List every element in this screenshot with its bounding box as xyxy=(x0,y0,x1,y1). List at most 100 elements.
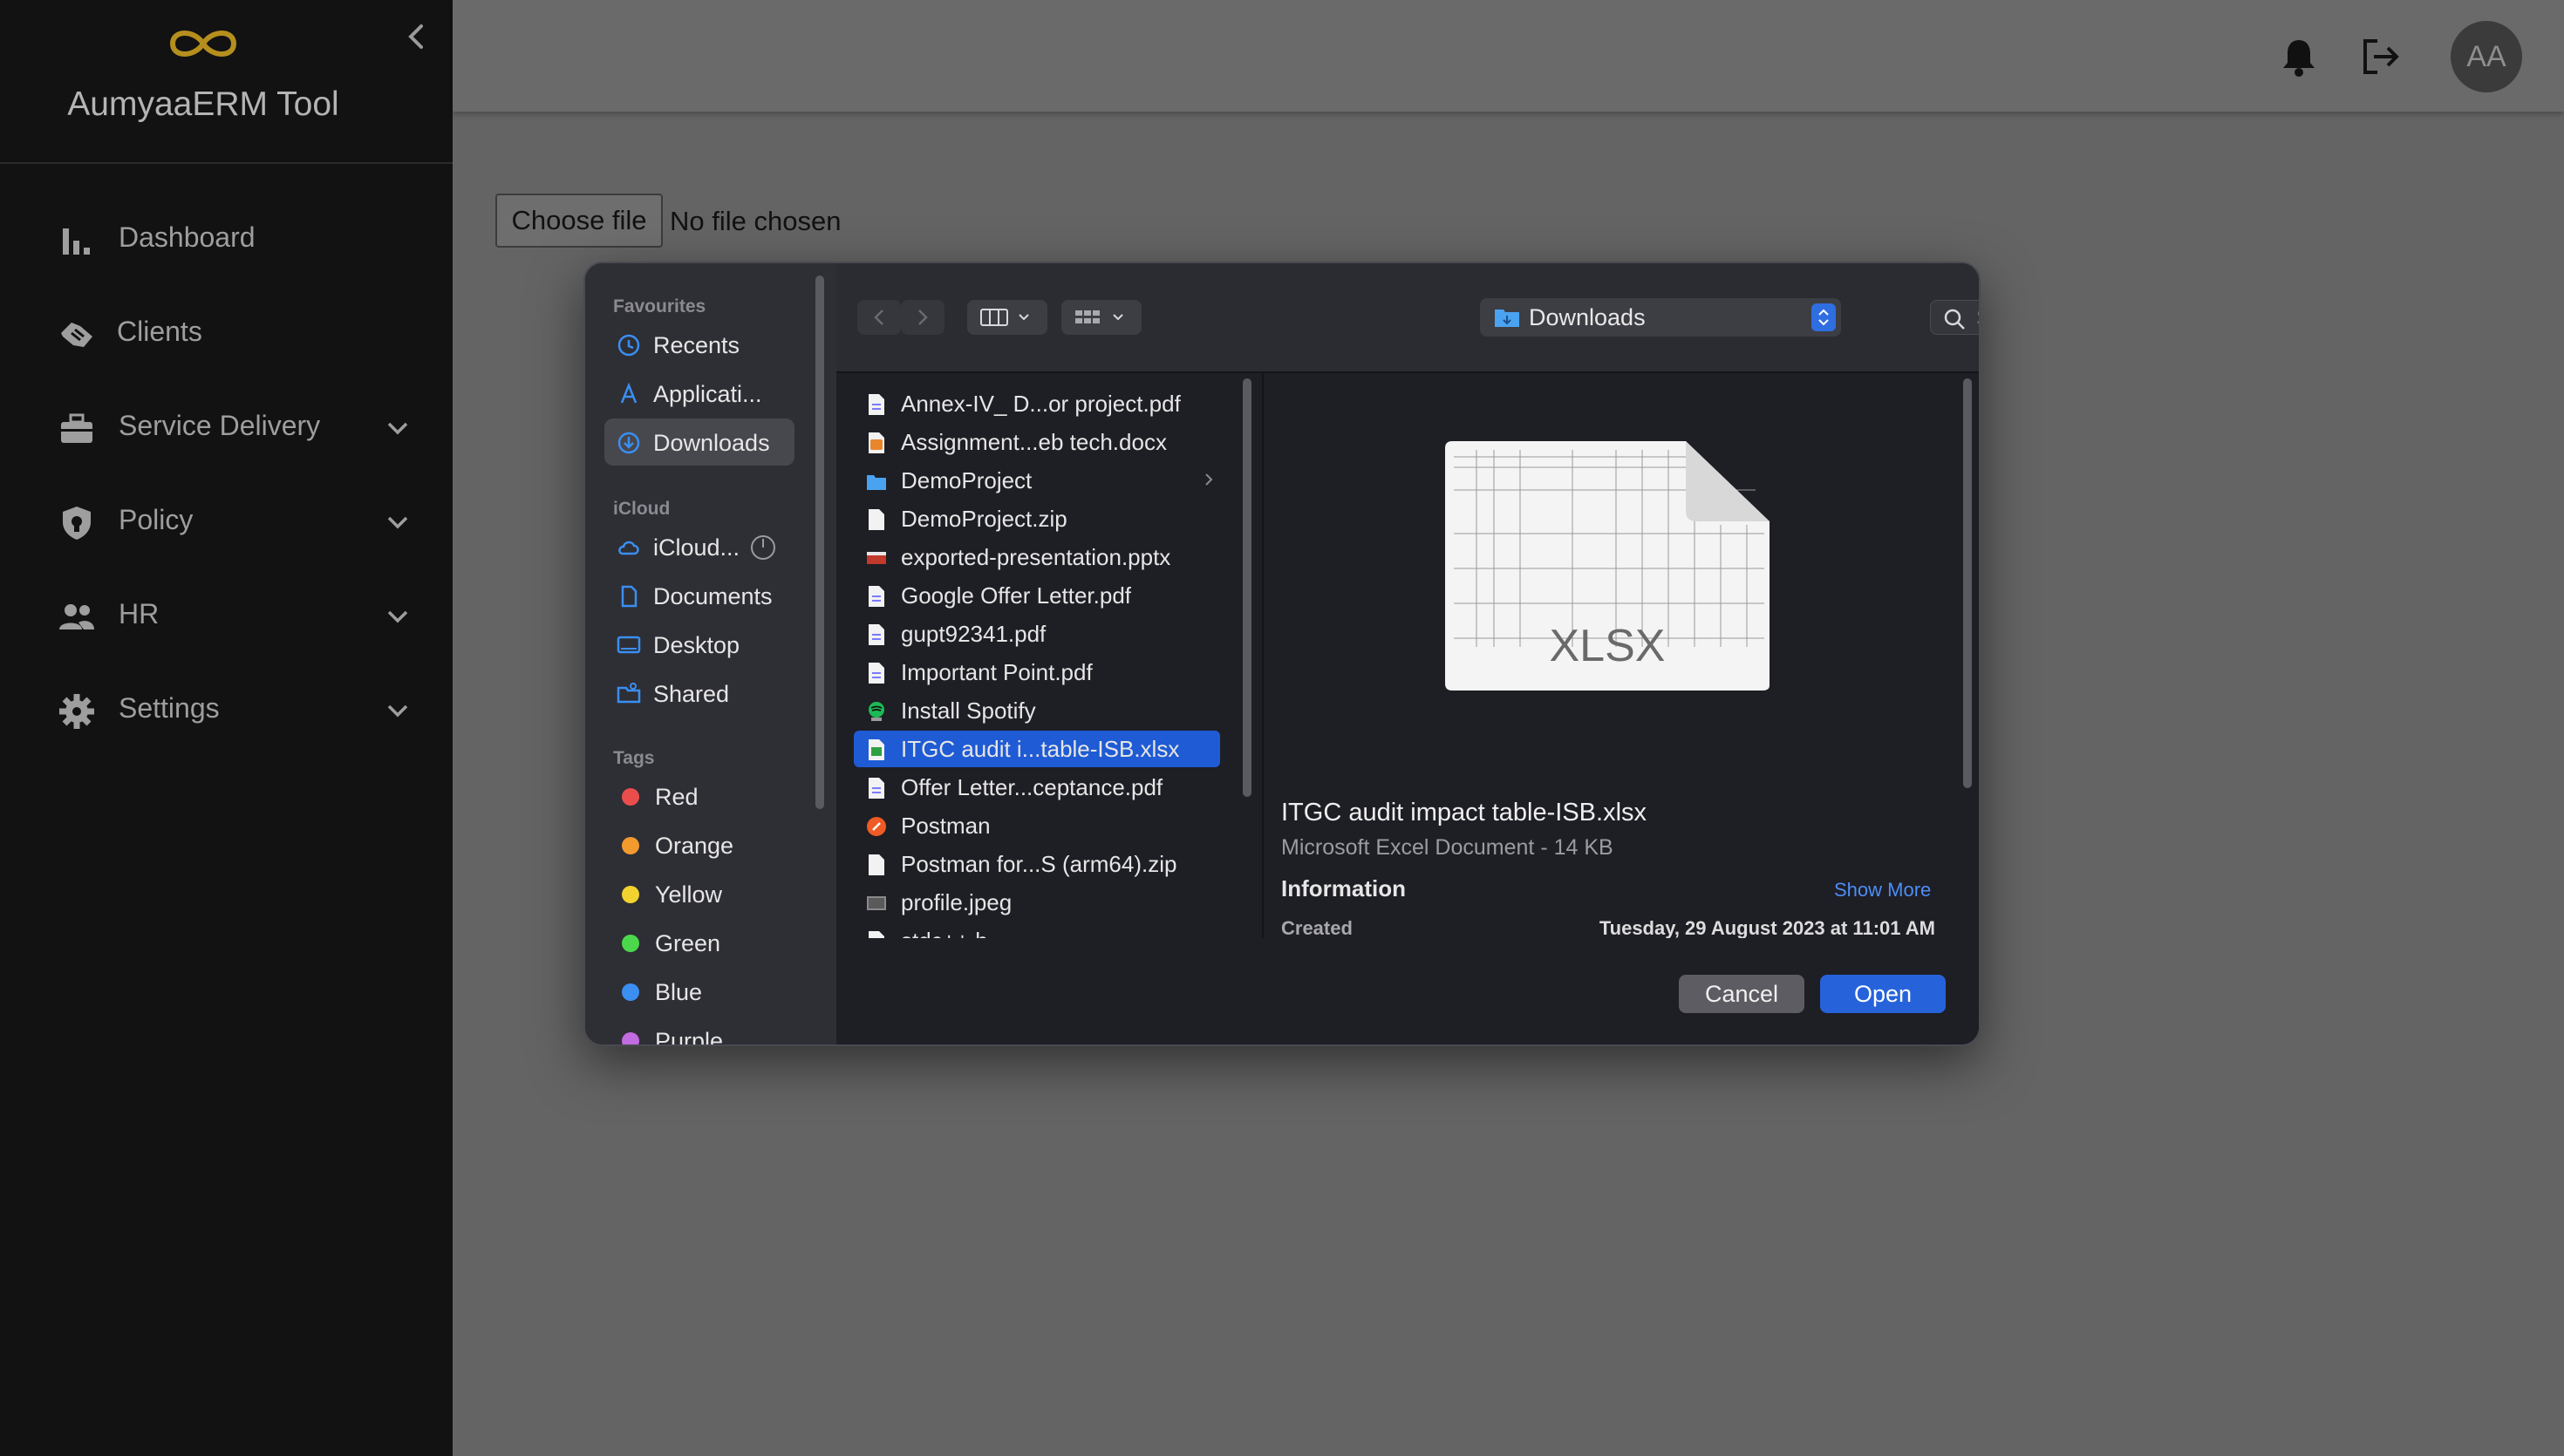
nav-item-hr[interactable]: HR xyxy=(0,581,453,650)
briefcase-icon xyxy=(61,413,92,443)
clock-icon xyxy=(617,334,640,357)
chevron-down-icon xyxy=(387,610,408,623)
cancel-button[interactable]: Cancel xyxy=(1679,975,1804,1013)
file-row[interactable]: gupt92341.pdf xyxy=(854,616,1220,652)
sidebar-item-shared[interactable]: Shared xyxy=(604,670,794,717)
sidebar-item-recents[interactable]: Recents xyxy=(604,321,794,368)
file-row[interactable]: Google Offer Letter.pdf xyxy=(854,577,1220,614)
choose-file-button[interactable]: Choose file xyxy=(495,194,663,248)
folder-icon xyxy=(1495,310,1519,327)
search-input[interactable] xyxy=(1976,304,1979,330)
nav-item-dashboard[interactable]: Dashboard xyxy=(0,204,453,274)
forward-button[interactable] xyxy=(901,300,944,335)
columns-view-icon xyxy=(980,309,1029,326)
file-name: profile.jpeg xyxy=(901,889,1013,915)
file-row[interactable]: profile.jpeg xyxy=(854,884,1220,921)
nav-label-hr: HR xyxy=(119,598,160,629)
dialog-sidebar: Favourites Recents Applicati... Download… xyxy=(585,263,836,1046)
header-file-icon xyxy=(869,931,884,938)
nav-item-policy[interactable]: Policy xyxy=(0,486,453,556)
file-row[interactable]: stdc++.h xyxy=(854,922,1220,938)
sidebar-label: Recents xyxy=(653,332,740,358)
file-row[interactable]: exported-presentation.pptx xyxy=(854,539,1220,575)
tag-item-yellow[interactable]: Yellow xyxy=(604,870,794,917)
file-name: stdc++.h xyxy=(901,928,988,938)
sidebar-item-desktop[interactable]: Desktop xyxy=(604,621,794,668)
icloud-header: iCloud xyxy=(613,499,671,519)
app-sidebar: AumyaaERM Tool Dashboard Clients Service… xyxy=(0,0,453,1456)
file-row[interactable]: Important Point.pdf xyxy=(854,654,1220,691)
show-more-link[interactable]: Show More xyxy=(1834,879,1931,901)
sidebar-label: Blue xyxy=(655,979,703,1005)
tag-item-red[interactable]: Red xyxy=(604,772,794,820)
sidebar-item-documents[interactable]: Documents xyxy=(604,572,794,619)
location-stepper[interactable] xyxy=(1811,303,1836,331)
collapse-sidebar-chevron-icon[interactable] xyxy=(403,19,431,54)
pdf-file-icon xyxy=(869,663,884,684)
nav-item-clients[interactable]: Clients xyxy=(0,298,453,368)
sidebar-label: Applicati... xyxy=(653,381,762,407)
cloud-icon xyxy=(618,541,639,555)
file-row[interactable]: Assignment...eb tech.docx xyxy=(854,424,1220,460)
gear-icon xyxy=(59,694,94,729)
pdf-file-icon xyxy=(869,778,884,799)
sidebar-item-applications[interactable]: Applicati... xyxy=(604,370,794,417)
sidebar-label: Shared xyxy=(653,681,730,707)
nav-item-service-delivery[interactable]: Service Delivery xyxy=(0,392,453,462)
user-avatar[interactable]: AA xyxy=(2451,21,2522,92)
column-divider[interactable] xyxy=(1262,373,1264,938)
sidebar-label: Orange xyxy=(655,833,734,859)
tags-header: Tags xyxy=(613,748,655,768)
sidebar-scrollbar[interactable] xyxy=(815,276,824,809)
search-box[interactable] xyxy=(1930,300,1979,335)
file-name: Important Point.pdf xyxy=(901,659,1093,685)
grid-view-icon xyxy=(1075,310,1123,323)
app-title: AumyaaERM Tool xyxy=(67,85,339,123)
tag-item-green[interactable]: Green xyxy=(604,919,794,966)
file-row-selected[interactable]: ITGC audit i...table-ISB.xlsx xyxy=(854,731,1220,767)
tag-item-blue[interactable]: Blue xyxy=(604,968,794,1015)
chevron-down-icon xyxy=(387,516,408,529)
search-icon xyxy=(1944,309,1965,330)
purple-tag-dot-icon xyxy=(622,1032,639,1044)
location-popup[interactable]: Downloads xyxy=(1480,298,1841,337)
pdf-file-icon xyxy=(869,394,884,415)
file-row[interactable]: Install Spotify xyxy=(854,692,1220,729)
open-file-dialog: Favourites Recents Applicati... Download… xyxy=(583,262,1981,1046)
sidebar-label: Purple xyxy=(655,1028,724,1046)
shared-folder-icon xyxy=(617,683,641,704)
file-name: Annex-IV_ D...or project.pdf xyxy=(901,391,1181,417)
bell-icon[interactable] xyxy=(2280,37,2318,78)
file-row[interactable]: Postman xyxy=(854,807,1220,844)
back-button[interactable] xyxy=(857,300,901,335)
sidebar-label: Downloads xyxy=(653,430,770,456)
open-button[interactable]: Open xyxy=(1820,975,1946,1013)
tag-item-purple[interactable]: Purple xyxy=(604,1017,794,1046)
file-row[interactable]: Postman for...S (arm64).zip xyxy=(854,846,1220,882)
sidebar-item-icloud-drive[interactable]: iCloud... xyxy=(604,523,794,570)
logout-icon[interactable] xyxy=(2360,37,2402,77)
file-name: Offer Letter...ceptance.pdf xyxy=(901,774,1163,800)
file-name: Postman for...S (arm64).zip xyxy=(901,851,1177,877)
sidebar-label: Yellow xyxy=(655,881,723,908)
file-name: exported-presentation.pptx xyxy=(901,544,1171,570)
file-row[interactable]: DemoProject.zip xyxy=(854,500,1220,537)
file-row[interactable]: DemoProject xyxy=(854,462,1220,499)
red-tag-dot-icon xyxy=(622,788,639,806)
location-label: Downloads xyxy=(1529,304,1646,330)
file-row[interactable]: Annex-IV_ D...or project.pdf xyxy=(854,385,1220,422)
people-icon xyxy=(59,604,94,629)
file-row[interactable]: Offer Letter...ceptance.pdf xyxy=(854,769,1220,806)
created-date: Tuesday, 29 August 2023 at 11:01 AM xyxy=(1599,917,1935,939)
file-list-scrollbar[interactable] xyxy=(1243,378,1251,797)
view-gallery-button[interactable] xyxy=(1061,300,1142,335)
shield-icon xyxy=(63,507,91,540)
file-name: Postman xyxy=(901,813,991,839)
nav-item-settings[interactable]: Settings xyxy=(0,675,453,745)
view-columns-button[interactable] xyxy=(967,300,1047,335)
sidebar-item-downloads[interactable]: Downloads xyxy=(604,418,794,466)
chevron-right-icon xyxy=(918,310,928,325)
tag-item-orange[interactable]: Orange xyxy=(604,821,794,868)
infinity-logo-icon xyxy=(169,31,237,57)
preview-scrollbar[interactable] xyxy=(1963,378,1972,788)
